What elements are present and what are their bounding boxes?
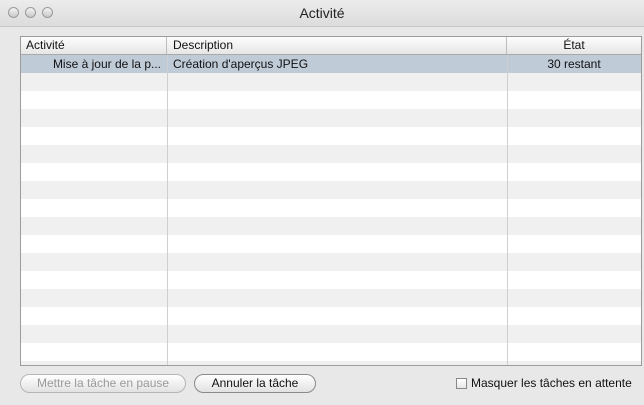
column-divider — [507, 55, 508, 365]
title-bar: Activité — [0, 0, 644, 27]
column-header-activity[interactable]: Activité — [21, 37, 167, 54]
empty-table-row[interactable] — [21, 127, 641, 145]
column-divider — [167, 55, 168, 365]
empty-table-row[interactable] — [21, 181, 641, 199]
cell-state: 30 restant — [547, 57, 601, 71]
empty-table-row[interactable] — [21, 163, 641, 181]
empty-table-row[interactable] — [21, 217, 641, 235]
column-header-description[interactable]: Description — [167, 37, 507, 54]
empty-table-row[interactable] — [21, 307, 641, 325]
table-header: Activité Description État — [21, 37, 641, 55]
table-body: Mise à jour de la p... Création d'aperçus… — [21, 55, 641, 365]
activity-table: Activité Description État Mise à jour de… — [20, 36, 642, 366]
cell-activity: Mise à jour de la p... — [52, 57, 161, 71]
empty-table-row[interactable] — [21, 145, 641, 163]
column-header-state[interactable]: État — [507, 37, 641, 54]
empty-table-row[interactable] — [21, 109, 641, 127]
empty-table-row[interactable] — [21, 235, 641, 253]
hide-waiting-tasks-label: Masquer les tâches en attente — [471, 376, 632, 390]
empty-table-row[interactable] — [21, 253, 641, 271]
window-title: Activité — [299, 5, 345, 21]
empty-table-row[interactable] — [21, 325, 641, 343]
pause-task-button[interactable]: Mettre la tâche en pause — [20, 374, 186, 393]
cell-description: Création d'aperçus JPEG — [173, 57, 309, 71]
empty-table-row[interactable] — [21, 289, 641, 307]
empty-table-row[interactable] — [21, 91, 641, 109]
hide-waiting-tasks-checkbox[interactable] — [456, 378, 467, 389]
table-row[interactable]: Mise à jour de la p... Création d'aperçus… — [21, 55, 641, 73]
empty-table-row[interactable] — [21, 73, 641, 91]
empty-table-row[interactable] — [21, 361, 641, 365]
empty-table-row[interactable] — [21, 343, 641, 361]
empty-table-row[interactable] — [21, 199, 641, 217]
empty-table-row[interactable] — [21, 271, 641, 289]
cancel-task-button[interactable]: Annuler la tâche — [194, 374, 316, 393]
